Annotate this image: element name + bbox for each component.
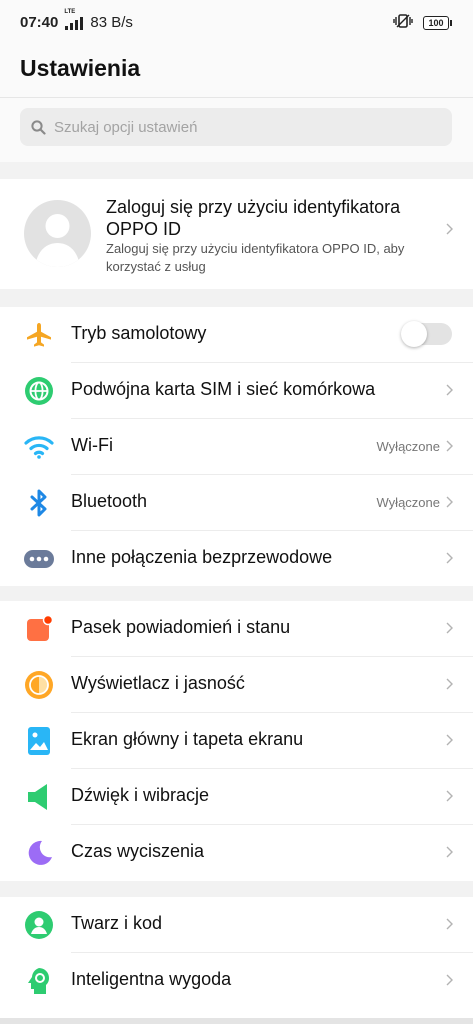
bluetooth-icon: [24, 488, 54, 518]
notification-icon: [24, 614, 54, 644]
status-bar: 07:40 LTE 83 B/s 100: [0, 0, 473, 46]
avatar: [24, 200, 91, 267]
bluetooth-status: Wyłączone: [376, 495, 440, 510]
chevron-right-icon: [446, 384, 453, 396]
chevron-right-icon: [446, 622, 453, 634]
search-section: [0, 98, 473, 162]
settings-item-face-code[interactable]: Twarz i kod: [0, 897, 473, 953]
chevron-right-icon: [446, 790, 453, 802]
search-icon: [31, 119, 46, 135]
chevron-right-icon: [446, 678, 453, 690]
settings-item-bluetooth[interactable]: Bluetooth Wyłączone: [0, 475, 473, 531]
settings-item-label: Czas wyciszenia: [71, 841, 205, 861]
settings-item-label: Inne połączenia bezprzewodowe: [71, 547, 333, 567]
wifi-icon: [24, 432, 54, 462]
security-section: Twarz i kod Inteligentna wygoda: [0, 897, 473, 1018]
net-speed: 83 B/s: [90, 14, 133, 31]
settings-item-label: Wi-Fi: [71, 435, 113, 455]
sound-icon: [24, 782, 54, 812]
search-bar[interactable]: [20, 108, 452, 146]
chevron-right-icon: [446, 223, 453, 235]
signal-icon: LTE: [64, 9, 84, 30]
settings-item-dual-sim[interactable]: Podwójna karta SIM i sieć komórkowa: [0, 363, 473, 419]
account-subtitle: Zaloguj się przy użyciu identyfikatora O…: [106, 241, 405, 274]
airplane-mode-toggle[interactable]: [401, 321, 452, 347]
network-type-label: LTE: [64, 8, 76, 15]
chevron-right-icon: [446, 496, 453, 508]
settings-item-wifi[interactable]: Wi-Fi Wyłączone: [0, 419, 473, 475]
toggle-knob: [401, 321, 427, 347]
account-title: Zaloguj się przy użyciu identyfikatora O…: [106, 197, 401, 239]
settings-item-display[interactable]: Wyświetlacz i jasność: [0, 657, 473, 713]
settings-item-do-not-disturb[interactable]: Czas wyciszenia: [0, 825, 473, 881]
face-icon: [24, 910, 54, 940]
settings-item-label: Pasek powiadomień i stanu: [71, 617, 291, 637]
oppo-id-login[interactable]: Zaloguj się przy użyciu identyfikatora O…: [0, 179, 473, 289]
moon-icon: [24, 838, 54, 868]
settings-item-label: Ekran główny i tapeta ekranu: [71, 729, 304, 749]
search-input[interactable]: [52, 117, 436, 137]
wifi-status: Wyłączone: [376, 439, 440, 454]
airplane-icon: [24, 320, 54, 350]
globe-icon: [24, 376, 54, 406]
page-title: Ustawienia: [20, 55, 141, 81]
chevron-right-icon: [446, 440, 453, 452]
settings-item-home-screen[interactable]: Ekran główny i tapeta ekranu: [0, 713, 473, 769]
status-time: 07:40: [20, 14, 59, 31]
display-icon: [24, 670, 54, 700]
settings-item-sound[interactable]: Dźwięk i wibracje: [0, 769, 473, 825]
more-connections-icon: [24, 544, 54, 574]
page-header: Ustawienia: [0, 46, 473, 98]
settings-item-smart-convenience[interactable]: Inteligentna wygoda: [0, 953, 473, 1009]
settings-item-label: Bluetooth: [71, 491, 148, 511]
personalization-section: Pasek powiadomień i stanu Wyświetlacz i …: [0, 601, 473, 881]
chevron-right-icon: [446, 846, 453, 858]
settings-item-label: Podwójna karta SIM i sieć komórkowa: [71, 379, 376, 399]
chevron-right-icon: [446, 974, 453, 986]
connectivity-section: Tryb samolotowy Podwójna karta SIM i sie…: [0, 307, 473, 586]
smart-icon: [24, 966, 54, 996]
chevron-right-icon: [446, 552, 453, 564]
settings-item-other-wireless[interactable]: Inne połączenia bezprzewodowe: [0, 531, 473, 587]
battery-icon: 100: [423, 16, 452, 30]
battery-level: 100: [428, 18, 444, 28]
settings-item-label: Inteligentna wygoda: [71, 969, 232, 989]
vibrate-icon: [393, 13, 413, 33]
next-item-peek: [0, 1018, 473, 1024]
chevron-right-icon: [446, 918, 453, 930]
settings-item-label: Twarz i kod: [71, 913, 163, 933]
settings-item-label: Wyświetlacz i jasność: [71, 673, 245, 693]
settings-item-label: Dźwięk i wibracje: [71, 785, 210, 805]
settings-item-airplane[interactable]: Tryb samolotowy: [0, 307, 473, 363]
settings-item-label: Tryb samolotowy: [71, 323, 207, 343]
wallpaper-icon: [24, 726, 54, 756]
chevron-right-icon: [446, 734, 453, 746]
settings-item-notification-bar[interactable]: Pasek powiadomień i stanu: [0, 601, 473, 657]
